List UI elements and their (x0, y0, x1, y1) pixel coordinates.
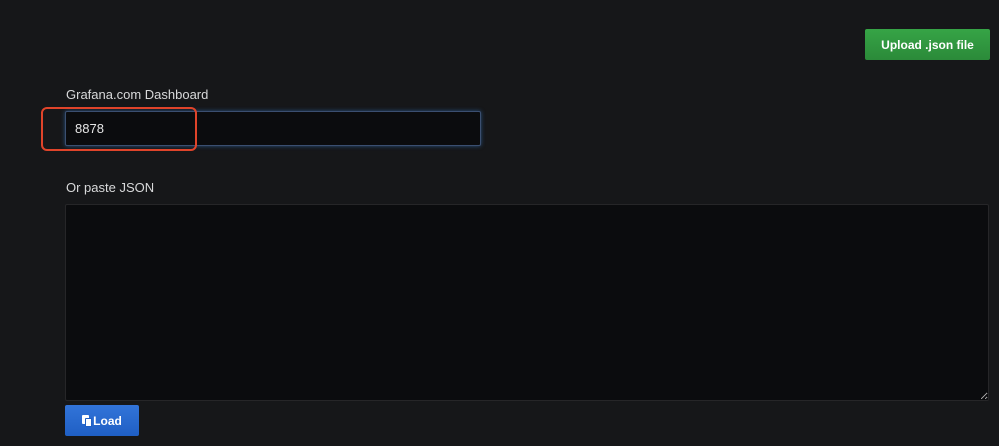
grafana-com-dashboard-label: Grafana.com Dashboard (66, 87, 209, 102)
load-button-label: Load (93, 413, 122, 428)
paste-json-textarea[interactable] (65, 204, 989, 401)
load-button[interactable]: Load (65, 405, 139, 436)
dashboard-import-page: Upload .json file Grafana.com Dashboard … (0, 0, 999, 446)
paste-icon (82, 414, 93, 427)
paste-json-label: Or paste JSON (66, 180, 155, 195)
upload-json-file-button[interactable]: Upload .json file (865, 29, 990, 60)
grafana-com-dashboard-input[interactable] (65, 111, 481, 146)
